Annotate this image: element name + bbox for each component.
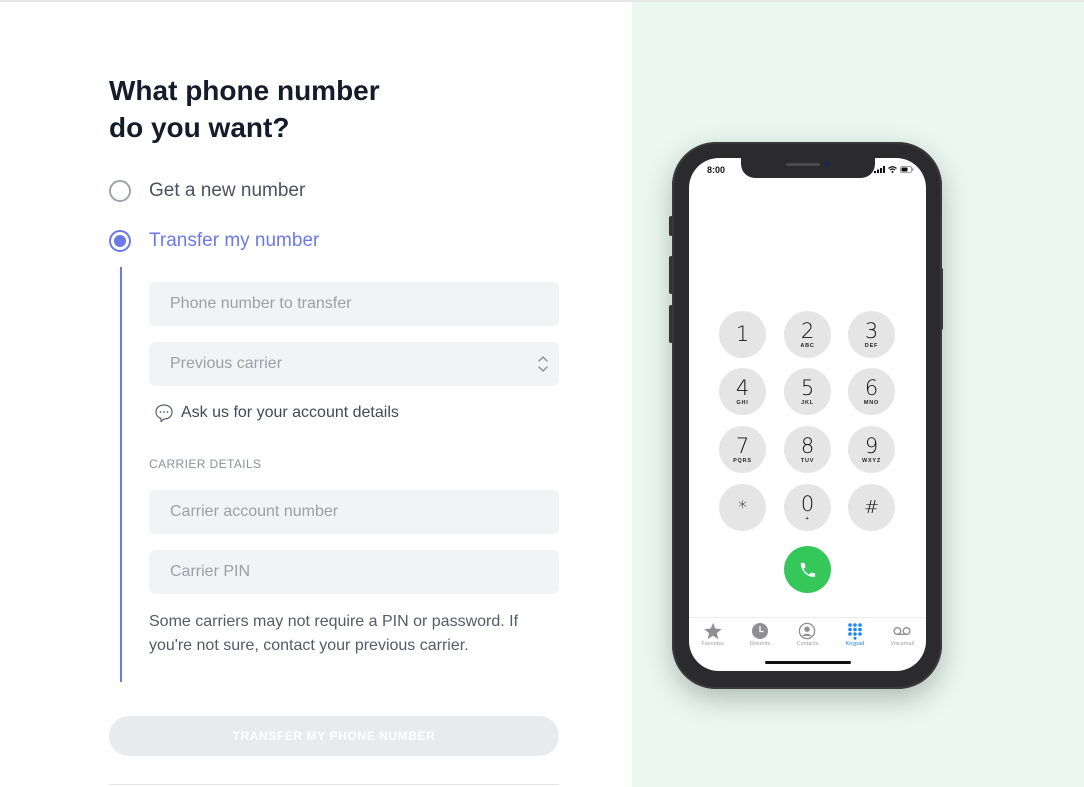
transfer-number-button[interactable]: TRANSFER MY PHONE NUMBER xyxy=(109,716,559,756)
keypad-key-digit: 0 xyxy=(800,491,815,516)
keypad-key[interactable]: 2 ABC xyxy=(784,311,831,358)
clock-icon xyxy=(752,623,769,639)
star-icon xyxy=(704,623,722,639)
keypad-key[interactable]: # xyxy=(848,484,895,531)
phone-tab-bar: Favorites Recents Contacts Keypad Voicem… xyxy=(689,617,926,653)
keypad-key-digit: 8 xyxy=(800,433,815,458)
ask-account-details-link[interactable]: Ask us for your account details xyxy=(153,402,399,424)
title-line-2: do you want? xyxy=(109,112,290,143)
keypad-key-letters: DEF xyxy=(864,342,879,349)
phone-number-input[interactable] xyxy=(149,282,559,326)
keypad-key-letters: WXYZ xyxy=(861,457,882,464)
keypad-key-digit: 3 xyxy=(864,318,879,343)
phone-tab-recents[interactable]: Recents xyxy=(738,618,782,653)
keypad-key[interactable]: 5 JKL xyxy=(784,368,831,415)
phone-speaker xyxy=(785,163,820,166)
option-transfer-number[interactable]: Transfer my number xyxy=(109,230,319,252)
keypad-key[interactable]: 8 TUV xyxy=(784,426,831,473)
phone-tab-voicemail[interactable]: Voicemail xyxy=(880,618,924,653)
status-icons xyxy=(874,166,914,173)
contact-icon xyxy=(799,622,816,640)
voicemail-icon xyxy=(893,627,911,635)
phone-camera xyxy=(823,161,830,167)
radio-transfer-number[interactable] xyxy=(109,230,131,252)
phone-tab-favorites[interactable]: Favorites xyxy=(691,618,735,653)
bottom-divider xyxy=(109,784,559,785)
phone-tab-recents-label: Recents xyxy=(749,641,771,647)
keypad-key-letters: TUV xyxy=(800,457,815,464)
keypad-key-letters: ABC xyxy=(800,342,815,349)
keypad-key-digit: 5 xyxy=(800,375,815,400)
ask-account-details-text: Ask us for your account details xyxy=(181,404,399,421)
keypad-key-digit: 6 xyxy=(864,375,879,400)
keypad-key-digit: # xyxy=(863,497,880,518)
battery-icon xyxy=(900,166,914,173)
phone-tab-contacts-label: Contacts xyxy=(796,641,819,647)
keypad-icon xyxy=(848,623,862,640)
option-transfer-number-label: Transfer my number xyxy=(149,230,320,251)
phone-handset-icon xyxy=(800,562,815,577)
keypad-key[interactable]: 9 WXYZ xyxy=(848,426,895,473)
phone-tab-keypad[interactable]: Keypad xyxy=(833,618,877,653)
signal-icon xyxy=(874,166,885,173)
keypad-key[interactable]: * xyxy=(719,484,766,531)
chat-bubble-icon xyxy=(155,404,173,423)
keypad-key-digit: 2 xyxy=(800,318,815,343)
keypad-key[interactable]: 3 DEF xyxy=(848,311,895,358)
option-new-number-label: Get a new number xyxy=(149,180,306,201)
pin-helper-text: Some carriers may not require a PIN or p… xyxy=(149,613,519,654)
keypad-key[interactable]: 4 GHI xyxy=(719,368,766,415)
wifi-icon xyxy=(888,166,897,173)
phone-tab-voicemail-label: Voicemail xyxy=(890,641,915,647)
carrier-details-heading: CARRIER DETAILS xyxy=(149,457,262,471)
keypad-key-digit: * xyxy=(738,497,747,518)
phone-tab-favorites-label: Favorites xyxy=(701,641,724,647)
radio-new-number[interactable] xyxy=(109,180,131,202)
carrier-account-input[interactable] xyxy=(149,490,559,534)
page-title: What phone number do you want? xyxy=(109,72,449,146)
transfer-section-indicator xyxy=(120,267,122,682)
carrier-pin-input[interactable] xyxy=(149,550,559,594)
keypad-key[interactable]: 1 xyxy=(719,311,766,358)
keypad-key-digit: 1 xyxy=(735,322,750,346)
status-time: 8:00 xyxy=(707,165,726,175)
keypad-key[interactable]: 6 MNO xyxy=(848,368,895,415)
keypad-key[interactable]: 7 PQRS xyxy=(719,426,766,473)
keypad-key-digit: 7 xyxy=(735,433,750,458)
home-indicator xyxy=(764,661,851,664)
phone-notch xyxy=(740,158,875,178)
keypad-key-letters: GHI xyxy=(736,399,749,406)
keypad-key-letters: JKL xyxy=(801,399,814,406)
keypad-key-digit: 9 xyxy=(864,433,879,458)
keypad-key-letters: MNO xyxy=(863,399,880,406)
option-new-number[interactable]: Get a new number xyxy=(109,180,305,202)
previous-carrier-select[interactable]: Previous carrier xyxy=(149,342,559,386)
keypad-key-letters: + xyxy=(805,515,810,522)
select-stepper-icon xyxy=(538,356,548,372)
title-line-1: What phone number xyxy=(109,75,380,106)
phone-tab-contacts[interactable]: Contacts xyxy=(785,618,829,653)
previous-carrier-placeholder: Previous carrier xyxy=(170,355,283,372)
phone-screen: 8:00 1 2 ABC 3 DEF 4 GHI 5 JKL 6 MNO 7 PQRS 8 TUV 9 WXYZ… xyxy=(689,158,926,671)
keypad-key-digit: 4 xyxy=(735,375,750,400)
keypad-key[interactable]: 0 + xyxy=(784,484,831,531)
call-button[interactable] xyxy=(784,546,831,593)
keypad-key-letters: PQRS xyxy=(733,457,752,464)
phone-tab-keypad-label: Keypad xyxy=(845,641,865,647)
